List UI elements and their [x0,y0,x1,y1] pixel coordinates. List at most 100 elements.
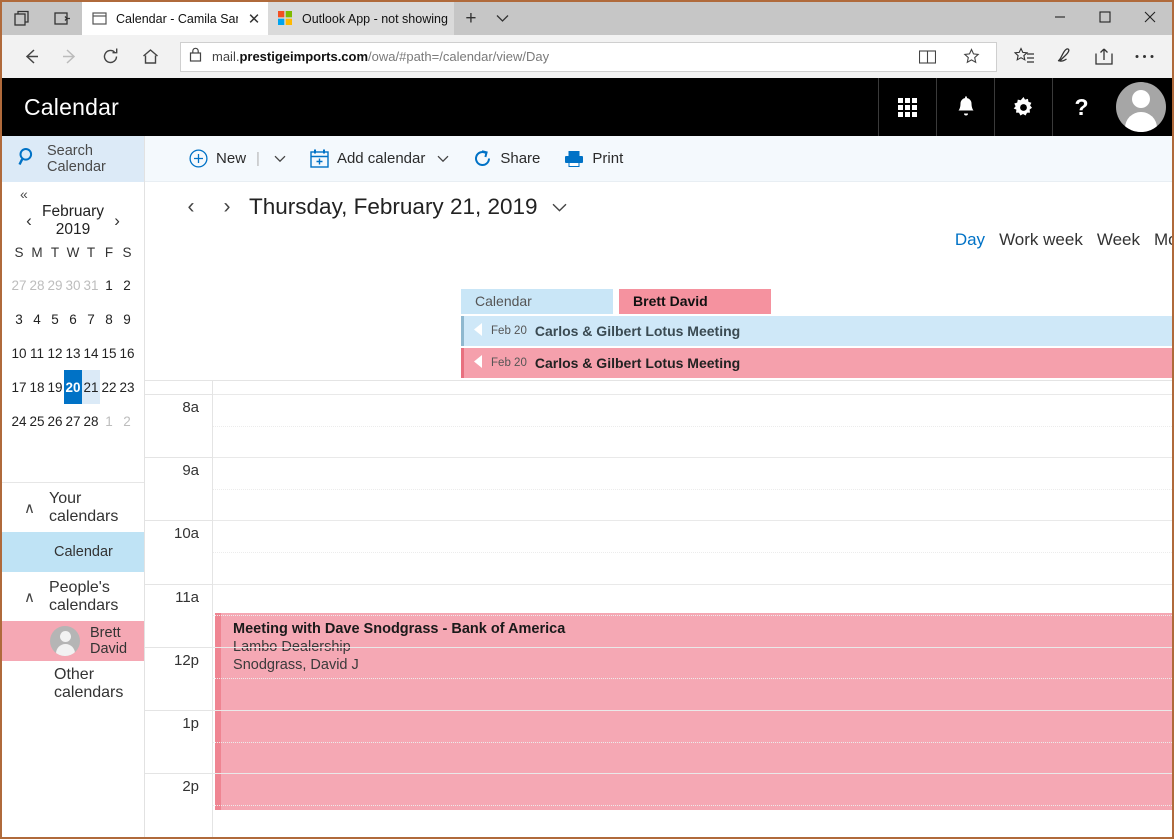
sidebar-item-calendar[interactable]: Calendar [2,532,145,572]
set-aside-tabs-icon[interactable] [42,2,82,35]
share-icon[interactable] [1084,38,1124,76]
minicalendar-day[interactable]: 20 [64,370,83,404]
minicalendar-day[interactable]: 2 [118,404,136,438]
minicalendar-day[interactable]: 15 [100,336,118,370]
minicalendar-day[interactable]: 10 [10,336,28,370]
favorite-star-icon[interactable] [954,48,988,65]
minicalendar-day[interactable]: 23 [118,370,136,404]
minicalendar-day[interactable]: 28 [28,268,46,302]
minicalendar-day[interactable]: 26 [46,404,64,438]
forward-button[interactable] [50,38,90,76]
next-day-button[interactable]: › [209,195,245,219]
minicalendar-day[interactable]: 29 [46,268,64,302]
minicalendar-day[interactable]: 1 [100,404,118,438]
chevron-down-icon[interactable] [538,199,567,216]
chevron-down-icon[interactable] [433,152,449,166]
minicalendar-day[interactable]: 28 [82,404,100,438]
sidebar-group-your-calendars[interactable]: ∧ Your calendars [2,483,144,532]
minicalendar-day[interactable]: 24 [10,404,28,438]
chevron-down-icon[interactable] [488,2,518,35]
hour-divider [213,710,1172,711]
browser-tab-outlook-app[interactable]: Outlook App - not showing [268,2,454,35]
minicalendar-day[interactable]: 2 [118,268,136,302]
browser-tab-calendar[interactable]: Calendar - Camila Santa ✕ [82,2,268,35]
browser-address-bar: mail.prestigeimports.com/owa/#path=/cale… [2,35,1172,78]
tab-preview-icon[interactable] [2,2,42,35]
prev-month-button[interactable]: ‹ [16,211,42,231]
calendar-grid: 8a 9a 10a 11a 12p 1p 2p Meeting with Dave Snod… [145,380,1172,837]
view-work-week-button[interactable]: Work week [999,230,1083,250]
minicalendar-day[interactable]: 31 [82,268,100,302]
gear-icon[interactable] [994,78,1052,136]
share-button[interactable]: Share [461,136,552,182]
minicalendar-day[interactable]: 7 [82,302,100,336]
print-button[interactable]: Print [552,136,635,182]
calendar-content: New | Add calendar Share Print ‹ › Thurs… [145,136,1172,837]
search-input[interactable]: Search Calendar [2,136,145,182]
sidebar-item-brett-david[interactable]: Brett David [2,621,145,661]
new-button[interactable]: New | [177,136,298,182]
app-launcher-icon[interactable] [878,78,936,136]
close-button[interactable] [1127,2,1172,32]
minicalendar-day[interactable]: 5 [46,302,64,336]
minicalendar-day[interactable]: 22 [100,370,118,404]
url-input[interactable]: mail.prestigeimports.com/owa/#path=/cale… [180,41,997,72]
back-button[interactable] [10,38,50,76]
minicalendar-day[interactable]: 25 [28,404,46,438]
calendar-tab-calendar[interactable]: Calendar [461,288,614,314]
day-column[interactable]: Meeting with Dave Snodgrass - Bank of Am… [213,381,1172,837]
minicalendar-day[interactable]: 13 [64,336,82,370]
current-date-label[interactable]: Thursday, February 21, 2019 [245,194,538,220]
settings-more-icon[interactable] [1124,38,1164,76]
new-tab-button[interactable]: + [454,2,488,35]
chevron-down-icon[interactable] [270,152,286,166]
calendar-tab-brett-david[interactable]: Brett David [619,288,772,314]
all-day-event[interactable]: Feb 20 Carlos & Gilbert Lotus Meeting [461,316,1172,346]
home-button[interactable] [130,38,170,76]
web-note-icon[interactable] [1044,38,1084,76]
minicalendar-day[interactable]: 27 [10,268,28,302]
view-month-button[interactable]: Month [1154,230,1172,250]
search-placeholder: Search Calendar [47,143,106,175]
minicalendar-day[interactable]: 11 [28,336,46,370]
minicalendar-day[interactable]: 1 [100,268,118,302]
notifications-bell-icon[interactable] [936,78,994,136]
minicalendar-day[interactable]: 4 [28,302,46,336]
hub-favorites-icon[interactable] [1004,38,1044,76]
add-calendar-button[interactable]: Add calendar [298,136,461,182]
help-icon[interactable]: ? [1052,78,1110,136]
previous-day-button[interactable]: ‹ [173,195,209,219]
minicalendar-day[interactable]: 16 [118,336,136,370]
all-day-event[interactable]: Feb 20 Carlos & Gilbert Lotus Meeting [461,348,1172,378]
url-host: prestigeimports.com [239,49,369,64]
avatar[interactable] [1110,78,1172,136]
minicalendar-day[interactable]: 19 [46,370,64,404]
view-day-button[interactable]: Day [955,230,985,250]
minicalendar-day[interactable]: 12 [46,336,64,370]
minicalendar-day[interactable]: 21 [82,370,101,404]
minicalendar-day[interactable]: 30 [64,268,82,302]
minicalendar-day[interactable]: 6 [64,302,82,336]
calendar-event[interactable]: Meeting with Dave Snodgrass - Bank of Am… [215,613,1172,810]
tab-title: Calendar - Camila Santa [116,11,238,26]
minicalendar-day[interactable]: 27 [64,404,82,438]
minicalendar-day[interactable]: 18 [28,370,46,404]
minicalendar-month-label[interactable]: February 2019 [42,203,104,239]
maximize-button[interactable] [1082,2,1127,32]
minicalendar-day[interactable]: 14 [82,336,100,370]
sidebar-group-other-calendars[interactable]: Other calendars [2,661,144,707]
reading-view-icon[interactable] [910,49,944,64]
minicalendar-day[interactable]: 9 [118,302,136,336]
refresh-button[interactable] [90,38,130,76]
minicalendar-day[interactable]: 17 [10,370,28,404]
minimize-button[interactable] [1037,2,1082,32]
minicalendar-day[interactable]: 8 [100,302,118,336]
collapse-pane-button[interactable]: « [2,182,144,204]
sidebar-group-peoples-calendars[interactable]: ∧ People's calendars [2,572,144,621]
next-month-button[interactable]: › [104,211,130,231]
view-week-button[interactable]: Week [1097,230,1140,250]
close-icon[interactable]: ✕ [246,10,262,28]
hour-divider [145,773,213,775]
sidebar-item-label: Brett David [90,625,128,657]
minicalendar-day[interactable]: 3 [10,302,28,336]
